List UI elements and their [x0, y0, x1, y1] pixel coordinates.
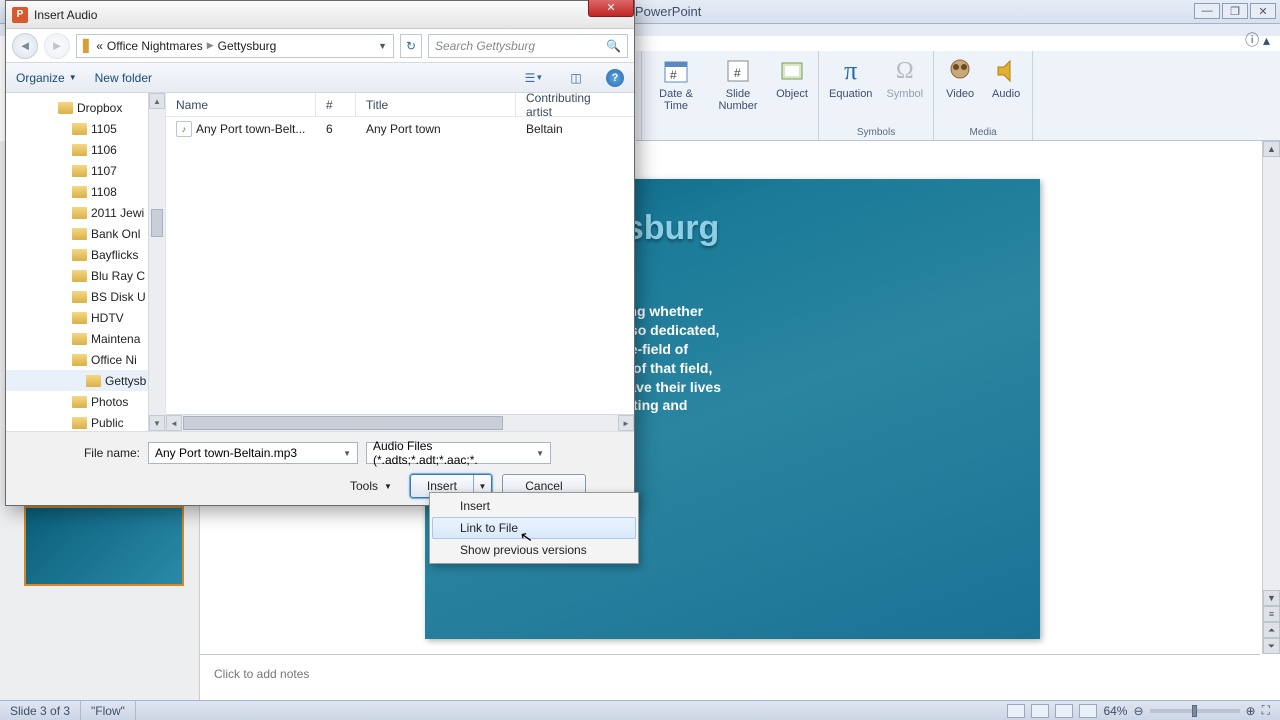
- svg-text:#: #: [734, 66, 741, 80]
- dialog-nav: ◄ ► ▋ « Office Nightmares ▶ Gettysburg ▼…: [6, 29, 634, 63]
- view-slideshow-button[interactable]: [1079, 704, 1097, 718]
- dialog-titlebar: P Insert Audio ✕: [6, 1, 634, 29]
- zoom-in-button[interactable]: ⊕: [1246, 704, 1256, 718]
- powerpoint-icon: P: [12, 7, 28, 23]
- tree-item[interactable]: Maintena: [6, 328, 165, 349]
- file-list[interactable]: Name # Title Contributing artist Any Por…: [166, 93, 634, 431]
- help-button[interactable]: ?: [606, 69, 624, 87]
- tree-item[interactable]: Office Ni: [6, 349, 165, 370]
- view-options-button[interactable]: ☰ ▼: [522, 67, 546, 89]
- vertical-scrollbar[interactable]: ▲ ▼ ≡ ⏶ ⏷: [1262, 141, 1280, 654]
- tree-item[interactable]: Dropbox: [6, 97, 165, 118]
- organize-button[interactable]: Organize ▼: [16, 71, 77, 85]
- view-sorter-button[interactable]: [1031, 704, 1049, 718]
- tree-item[interactable]: BS Disk U: [6, 286, 165, 307]
- col-num[interactable]: #: [316, 93, 356, 116]
- audio-file-icon: [176, 121, 192, 137]
- preview-pane-button[interactable]: ◫: [564, 67, 588, 89]
- equation-button[interactable]: π Equation: [825, 53, 876, 102]
- dialog-close-button[interactable]: ✕: [588, 0, 634, 17]
- search-icon: 🔍: [606, 39, 621, 53]
- zoom-slider[interactable]: [1150, 709, 1240, 713]
- status-theme: "Flow": [81, 701, 136, 720]
- status-slide: Slide 3 of 3: [0, 701, 81, 720]
- file-list-header[interactable]: Name # Title Contributing artist: [166, 93, 634, 117]
- filetype-filter[interactable]: Audio Files (*.adts;*.adt;*.aac;*.▼: [366, 442, 551, 464]
- tools-button[interactable]: Tools ▼: [350, 479, 392, 493]
- col-artist[interactable]: Contributing artist: [516, 93, 616, 116]
- statusbar: Slide 3 of 3 "Flow" 64% ⊖ ⊕ ⛶: [0, 700, 1280, 720]
- tree-item[interactable]: HDTV: [6, 307, 165, 328]
- filename-label: File name:: [20, 446, 140, 460]
- close-button[interactable]: ✕: [1250, 3, 1276, 19]
- menu-insert[interactable]: Insert: [432, 495, 636, 517]
- new-folder-button[interactable]: New folder: [95, 71, 152, 85]
- tree-item[interactable]: Blu Ray C: [6, 265, 165, 286]
- object-button[interactable]: Object: [772, 53, 812, 114]
- insert-audio-dialog: P Insert Audio ✕ ◄ ► ▋ « Office Nightmar…: [5, 0, 635, 506]
- filename-input[interactable]: Any Port town-Beltain.mp3▼: [148, 442, 358, 464]
- search-input[interactable]: Search Gettysburg 🔍: [428, 34, 628, 58]
- view-normal-button[interactable]: [1007, 704, 1025, 718]
- svg-text:#: #: [670, 68, 677, 82]
- refresh-button[interactable]: ↻: [400, 34, 422, 58]
- minimize-button[interactable]: —: [1194, 3, 1220, 19]
- insert-dropdown-menu: Insert Link to File Show previous versio…: [429, 492, 639, 564]
- dialog-title: Insert Audio: [34, 8, 97, 22]
- ribbon-help-icon[interactable]: ⓘ ▴: [1245, 30, 1270, 50]
- tree-item[interactable]: Bank Onl: [6, 223, 165, 244]
- tree-item[interactable]: Public: [6, 412, 165, 431]
- date-time-button[interactable]: # Date & Time: [648, 53, 704, 114]
- tree-item[interactable]: 2011 Jewi: [6, 202, 165, 223]
- tree-item[interactable]: Gettysb: [6, 370, 165, 391]
- restore-button[interactable]: ❐: [1222, 3, 1248, 19]
- fit-button[interactable]: ⛶: [1262, 703, 1270, 718]
- tree-item[interactable]: 1106: [6, 139, 165, 160]
- tree-item[interactable]: Photos: [6, 391, 165, 412]
- folder-tree[interactable]: Dropbox11051106110711082011 JewiBank Onl…: [6, 93, 166, 431]
- audio-button[interactable]: Audio: [986, 53, 1026, 102]
- notes-pane[interactable]: Click to add notes: [200, 654, 1260, 700]
- file-row[interactable]: Any Port town-Belt... 6 Any Port town Be…: [166, 117, 634, 141]
- view-reading-button[interactable]: [1055, 704, 1073, 718]
- menu-show-previous-versions[interactable]: Show previous versions: [432, 539, 636, 561]
- ribbon: # Date & Time # Slide Number Object π Eq…: [636, 51, 1280, 141]
- back-button[interactable]: ◄: [12, 33, 38, 59]
- symbol-button[interactable]: Ω Symbol: [882, 53, 927, 102]
- video-button[interactable]: Video: [940, 53, 980, 102]
- file-list-hscroll[interactable]: ◄►: [166, 414, 634, 431]
- notes-placeholder: Click to add notes: [214, 667, 309, 681]
- zoom-out-button[interactable]: ⊖: [1133, 704, 1143, 718]
- zoom-value: 64%: [1103, 704, 1127, 718]
- dialog-toolbar: Organize ▼ New folder ☰ ▼ ◫ ?: [6, 63, 634, 93]
- address-bar[interactable]: ▋ « Office Nightmares ▶ Gettysburg ▼: [76, 34, 394, 58]
- col-name[interactable]: Name: [166, 93, 316, 116]
- forward-button[interactable]: ►: [44, 33, 70, 59]
- tree-item[interactable]: 1108: [6, 181, 165, 202]
- slide-number-button[interactable]: # Slide Number: [710, 53, 766, 114]
- col-title[interactable]: Title: [356, 93, 516, 116]
- tree-item[interactable]: 1105: [6, 118, 165, 139]
- tree-item[interactable]: Bayflicks: [6, 244, 165, 265]
- slide-thumbnail-3[interactable]: [24, 506, 184, 586]
- menu-link-to-file[interactable]: Link to File: [432, 517, 636, 539]
- tree-item[interactable]: 1107: [6, 160, 165, 181]
- breadcrumb-seg2[interactable]: Gettysburg: [218, 39, 277, 53]
- breadcrumb-seg1[interactable]: Office Nightmares: [107, 39, 203, 53]
